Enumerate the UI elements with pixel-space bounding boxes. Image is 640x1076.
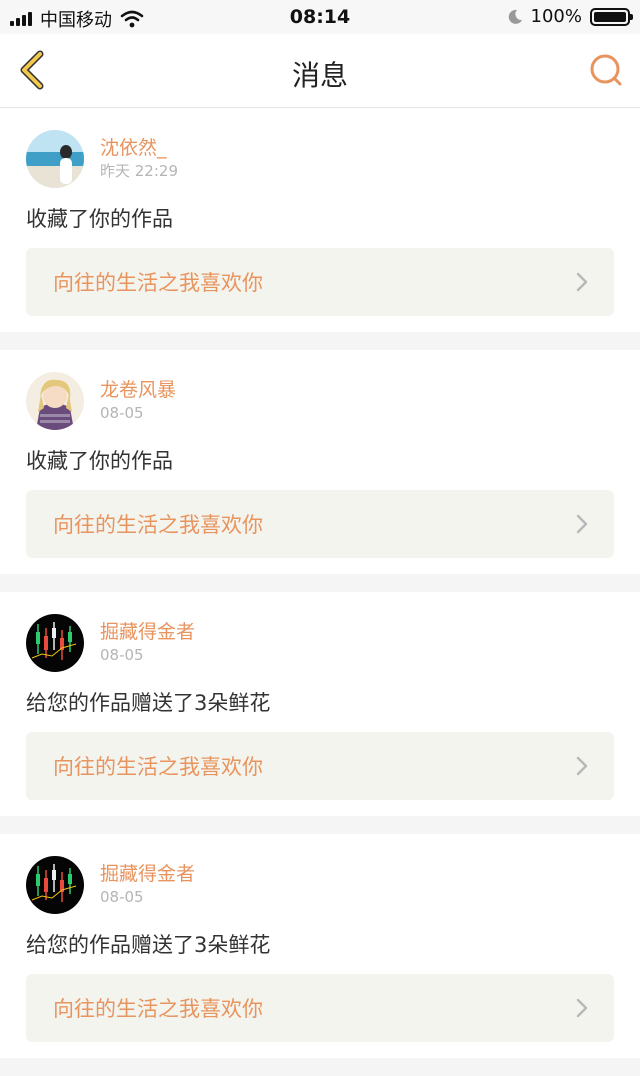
stock-chart-avatar[interactable] — [26, 856, 84, 914]
work-link[interactable]: 向往的生活之我喜欢你 — [26, 732, 614, 800]
battery-icon — [590, 7, 633, 26]
message-action-text: 给您的作品赠送了3朵鲜花 — [26, 691, 271, 715]
message-list: 沈依然_ 昨天 22:29 收藏了你的作品 向往的生活之我喜欢你 龙卷风暴 08… — [0, 108, 640, 1058]
status-bar: 中国移动 08:14 100% — [0, 0, 640, 34]
message-action-text: 收藏了你的作品 — [26, 207, 173, 231]
message-header: 龙卷风暴 08-05 — [26, 370, 614, 432]
status-right: 100% — [507, 6, 633, 27]
message-header: 掘藏得金者 08-05 — [26, 612, 614, 674]
stock-chart-avatar[interactable] — [26, 614, 84, 672]
message-time: 昨天 22:29 — [100, 162, 178, 180]
username-link[interactable]: 龙卷风暴 — [100, 379, 176, 401]
message-meta: 沈依然_ 昨天 22:29 — [100, 137, 178, 181]
message-card: 龙卷风暴 08-05 收藏了你的作品 向往的生活之我喜欢你 — [0, 350, 640, 574]
message-meta: 龙卷风暴 08-05 — [100, 379, 176, 423]
work-title: 向往的生活之我喜欢你 — [53, 271, 263, 295]
chevron-right-icon — [576, 272, 588, 292]
work-link[interactable]: 向往的生活之我喜欢你 — [26, 248, 614, 316]
work-link[interactable]: 向往的生活之我喜欢你 — [26, 974, 614, 1042]
search-icon — [590, 54, 622, 86]
message-action-text: 收藏了你的作品 — [26, 449, 173, 473]
beach-photo-avatar[interactable] — [26, 130, 84, 188]
message-meta: 掘藏得金者 08-05 — [100, 863, 195, 907]
battery-percent: 100% — [530, 6, 582, 27]
battery-fill — [594, 11, 626, 22]
message-meta: 掘藏得金者 08-05 — [100, 621, 195, 665]
message-time: 08-05 — [100, 646, 144, 664]
chevron-right-icon — [576, 756, 588, 776]
search-button[interactable] — [586, 50, 626, 90]
message-card: 沈依然_ 昨天 22:29 收藏了你的作品 向往的生活之我喜欢你 — [0, 108, 640, 332]
nav-bar: 消息 — [0, 34, 640, 108]
username-link[interactable]: 掘藏得金者 — [100, 621, 195, 643]
work-title: 向往的生活之我喜欢你 — [53, 755, 263, 779]
username-link[interactable]: 掘藏得金者 — [100, 863, 195, 885]
page-title: 消息 — [291, 59, 348, 92]
message-card: 掘藏得金者 08-05 给您的作品赠送了3朵鲜花 向往的生活之我喜欢你 — [0, 834, 640, 1058]
message-time: 08-05 — [100, 888, 144, 906]
anime-character-avatar[interactable] — [26, 372, 84, 430]
moon-icon — [508, 9, 522, 24]
chevron-right-icon — [576, 514, 588, 534]
work-title: 向往的生活之我喜欢你 — [53, 997, 263, 1021]
message-card: 掘藏得金者 08-05 给您的作品赠送了3朵鲜花 向往的生活之我喜欢你 — [0, 592, 640, 816]
message-action-text: 给您的作品赠送了3朵鲜花 — [26, 933, 271, 957]
username-link[interactable]: 沈依然_ — [100, 137, 178, 159]
message-time: 08-05 — [100, 404, 144, 422]
work-link[interactable]: 向往的生活之我喜欢你 — [26, 490, 614, 558]
chevron-right-icon — [576, 998, 588, 1018]
message-header: 掘藏得金者 08-05 — [26, 854, 614, 916]
message-header: 沈依然_ 昨天 22:29 — [26, 128, 614, 190]
work-title: 向往的生活之我喜欢你 — [53, 513, 263, 537]
